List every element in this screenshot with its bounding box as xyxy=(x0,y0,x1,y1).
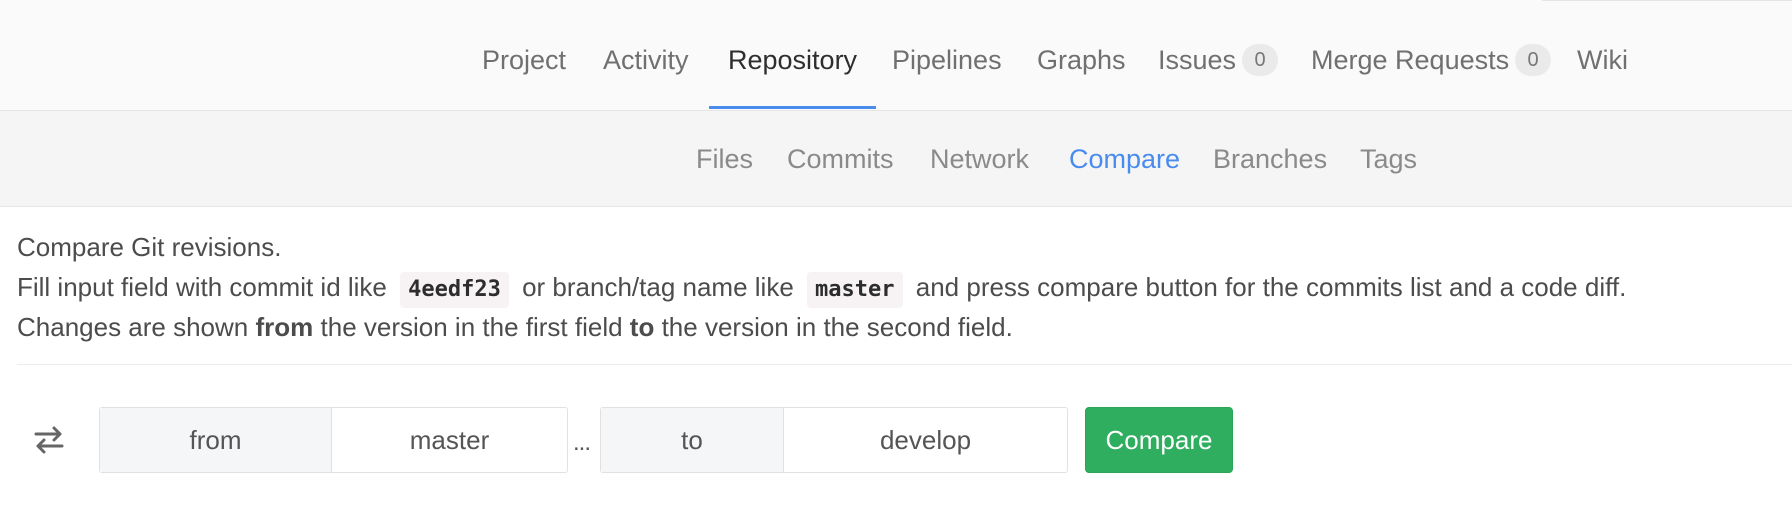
instructions-text-c: and press compare button for the commits… xyxy=(915,272,1627,302)
from-emphasis: from xyxy=(255,312,314,342)
merge-requests-count-badge: 0 xyxy=(1515,44,1552,76)
nav-merge-requests[interactable]: Merge Requests 0 xyxy=(1311,0,1552,111)
subnav-commits[interactable]: Commits xyxy=(787,111,894,207)
nav-merge-requests-label: Merge Requests xyxy=(1311,45,1510,75)
to-emphasis: to xyxy=(629,312,655,342)
instructions-text-a: Fill input field with commit id like xyxy=(17,272,387,302)
compare-instructions: Compare Git revisions. Fill input field … xyxy=(17,207,1775,347)
project-nav: Project Activity Repository Pipelines Gr… xyxy=(0,0,1792,111)
nav-graphs-label: Graphs xyxy=(1037,45,1126,75)
nav-activity-label: Activity xyxy=(603,45,689,75)
branch-name-example: master xyxy=(807,272,903,308)
commit-id-example: 4eedf23 xyxy=(400,272,509,308)
nav-project-label: Project xyxy=(482,45,567,75)
subnav-compare[interactable]: Compare xyxy=(1069,111,1180,207)
nav-issues[interactable]: Issues 0 xyxy=(1158,0,1279,111)
active-tab-underline xyxy=(709,106,877,109)
repository-subnav: Files Commits Network Compare Branches T… xyxy=(0,111,1792,207)
nav-repository-label: Repository xyxy=(728,45,858,75)
instructions-title: Compare Git revisions. xyxy=(17,232,282,262)
nav-pipelines[interactable]: Pipelines xyxy=(892,0,1002,111)
compare-button[interactable]: Compare xyxy=(1085,407,1233,473)
from-label: from xyxy=(100,408,332,472)
subnav-files[interactable]: Files xyxy=(696,111,753,207)
issues-count-badge: 0 xyxy=(1242,44,1279,76)
instructions-line-3: Changes are shown from the version in th… xyxy=(17,307,1775,347)
nav-wiki-label: Wiki xyxy=(1577,45,1628,75)
instructions-text-f: the version in the second field. xyxy=(661,312,1013,342)
nav-repository[interactable]: Repository xyxy=(709,0,877,111)
compare-page-content: Compare Git revisions. Fill input field … xyxy=(0,207,1792,365)
range-separator: ... xyxy=(573,429,591,456)
compare-form: from master ... to develop Compare xyxy=(0,407,1792,473)
instructions-text-e: the version in the first field xyxy=(320,312,623,342)
nav-activity[interactable]: Activity xyxy=(603,0,689,111)
nav-project[interactable]: Project xyxy=(482,0,566,111)
divider xyxy=(17,364,1792,365)
from-ref-dropdown[interactable]: master xyxy=(332,408,567,472)
instructions-text-b: or branch/tag name like xyxy=(522,272,794,302)
to-ref-group: to develop xyxy=(600,407,1068,473)
subnav-branches[interactable]: Branches xyxy=(1213,111,1327,207)
subnav-network[interactable]: Network xyxy=(930,111,1029,207)
to-ref-dropdown[interactable]: develop xyxy=(784,408,1067,472)
nav-issues-label: Issues xyxy=(1158,45,1237,75)
instructions-line-1: Compare Git revisions. xyxy=(17,227,1775,267)
subnav-tags[interactable]: Tags xyxy=(1360,111,1417,207)
to-label: to xyxy=(601,408,784,472)
swap-arrows-icon[interactable] xyxy=(32,423,66,457)
nav-graphs[interactable]: Graphs xyxy=(1037,0,1126,111)
nav-pipelines-label: Pipelines xyxy=(892,45,1002,75)
from-ref-group: from master xyxy=(99,407,568,473)
nav-wiki[interactable]: Wiki xyxy=(1577,0,1628,111)
instructions-text-d: Changes are shown xyxy=(17,312,249,342)
instructions-line-2: Fill input field with commit id like 4ee… xyxy=(17,267,1775,308)
